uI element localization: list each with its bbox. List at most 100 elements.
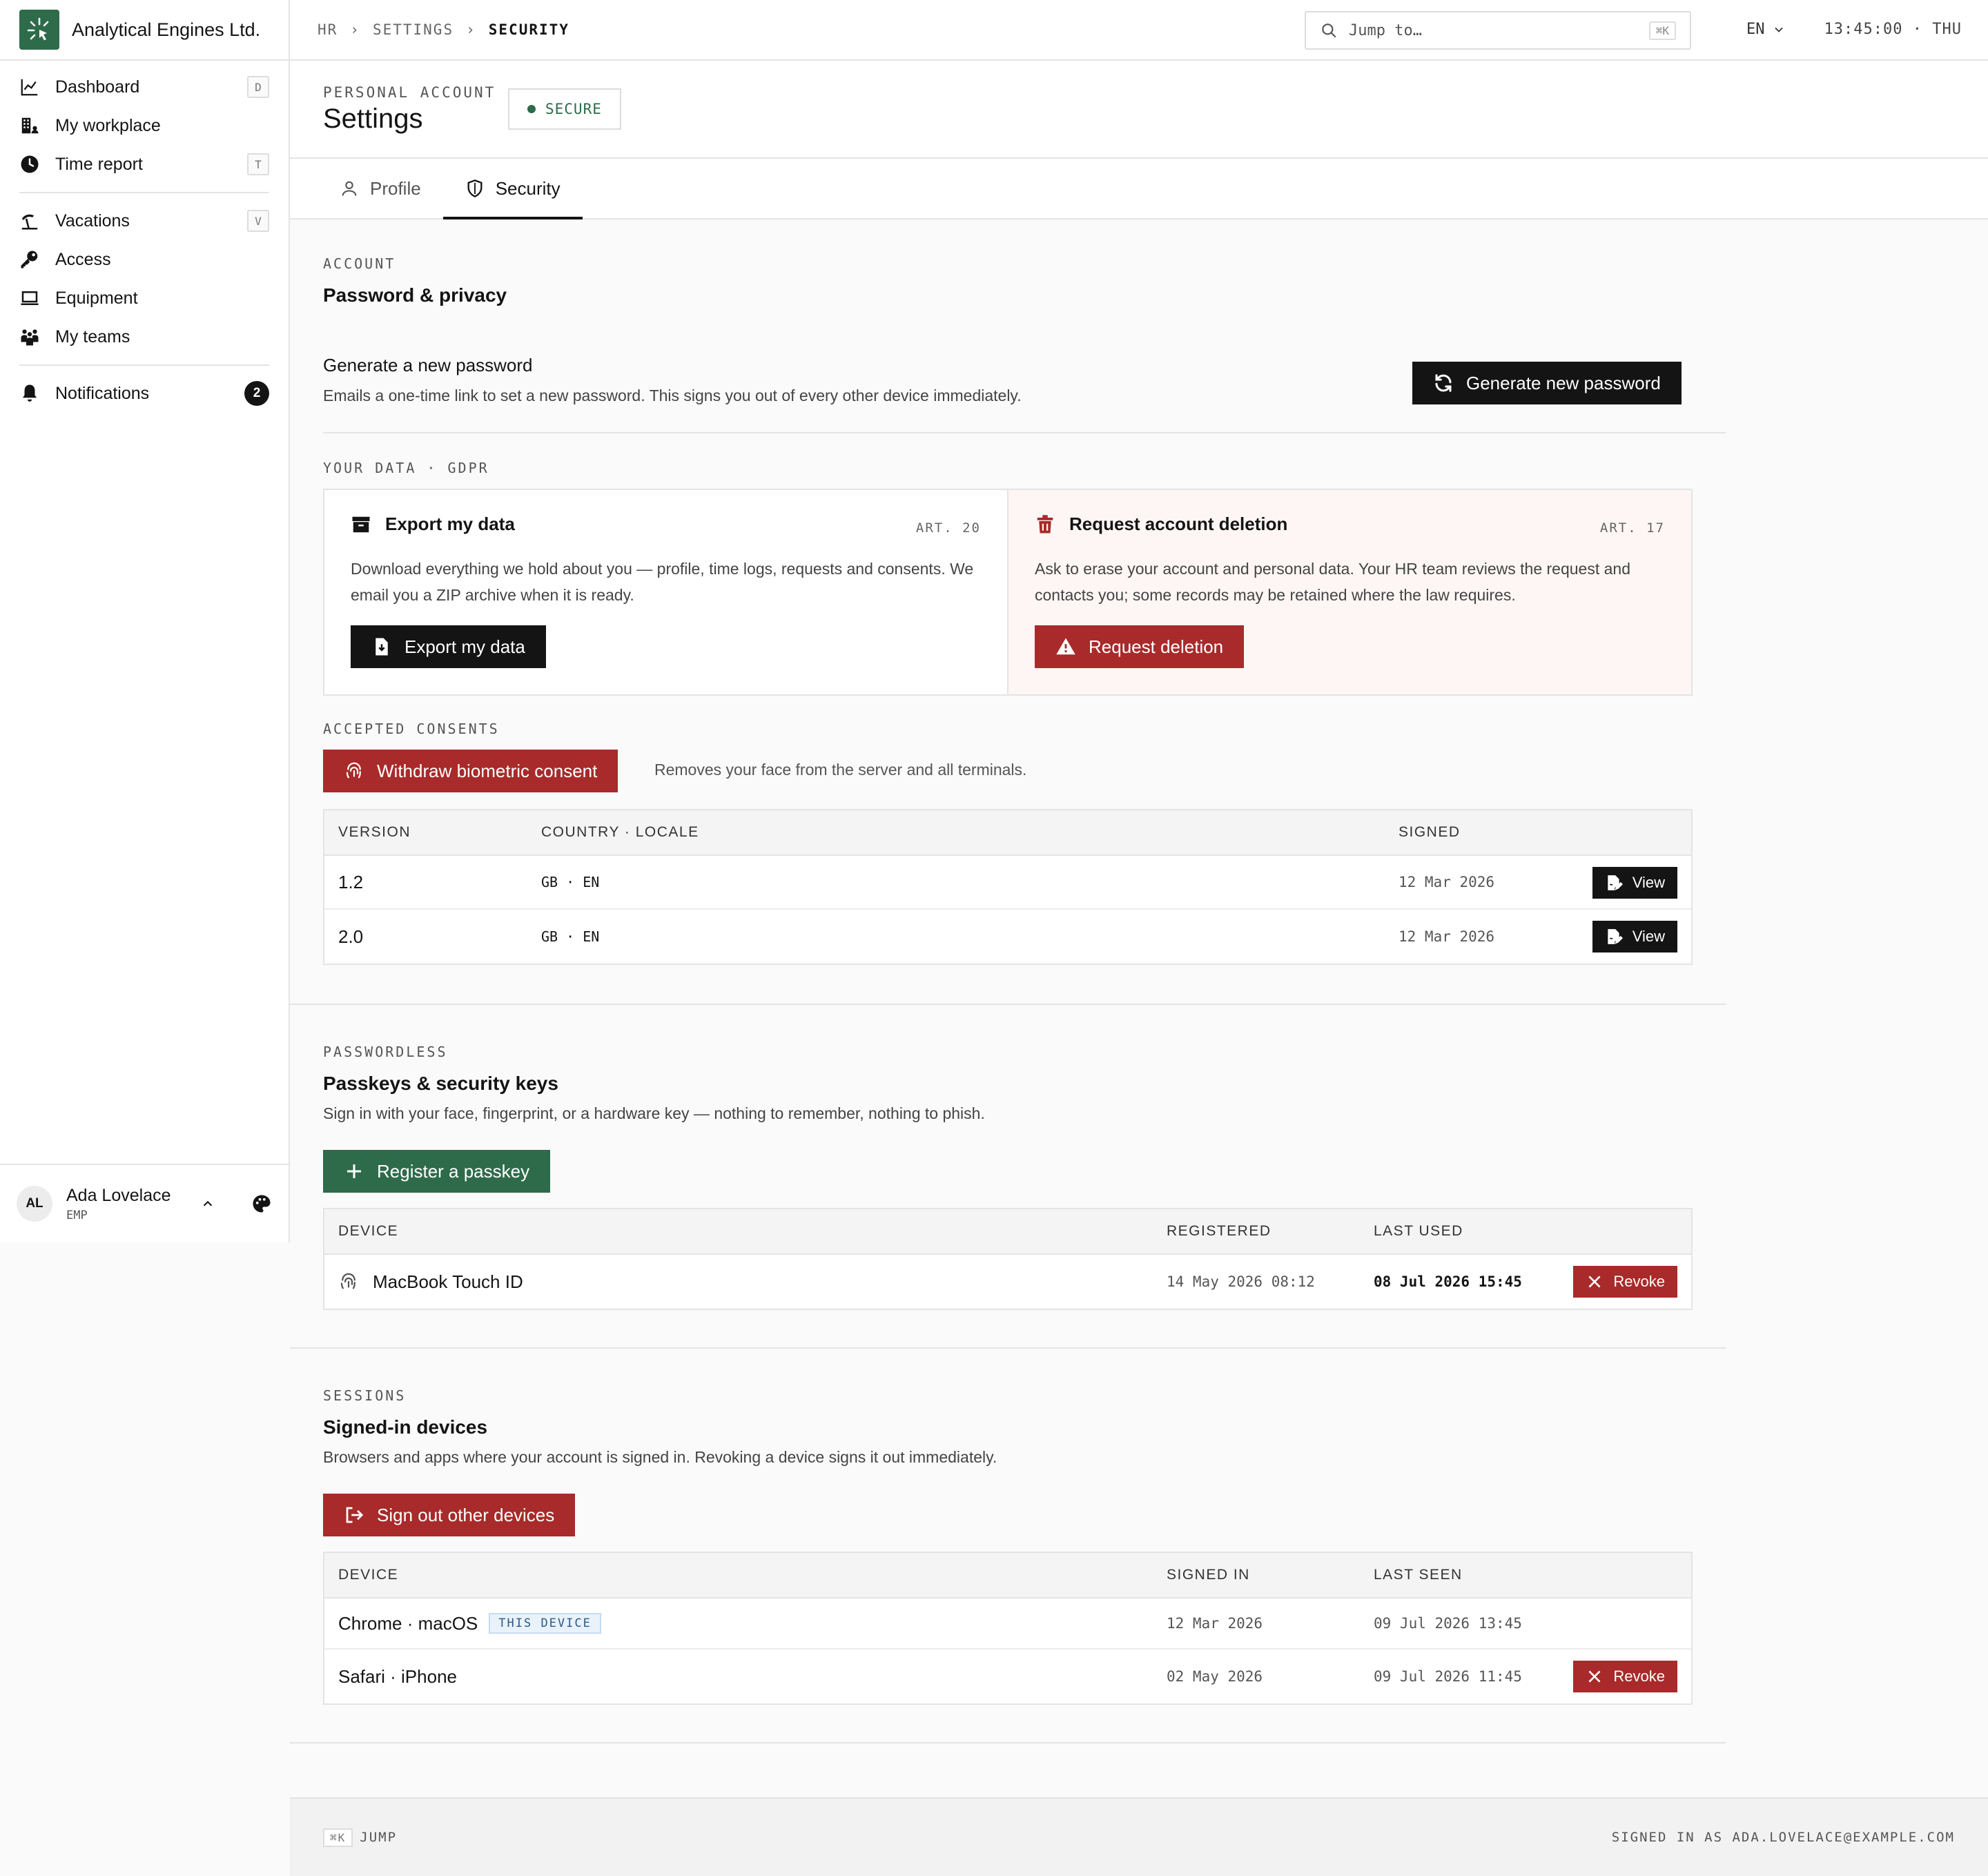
withdraw-note: Removes your face from the server and al… xyxy=(654,761,1027,779)
breadcrumb-hr[interactable]: HR xyxy=(318,21,338,38)
generate-password-button[interactable]: Generate new password xyxy=(1412,362,1682,404)
view-consent-button[interactable]: View xyxy=(1592,867,1677,899)
sidebar-item-label: My teams xyxy=(55,326,130,346)
section-title: Password & privacy xyxy=(323,284,507,306)
consent-locale: GB · EN xyxy=(541,874,600,890)
sign-out-other-devices-button[interactable]: Sign out other devices xyxy=(323,1494,576,1536)
sidebar-item-label: Equipment xyxy=(55,288,138,308)
user-menu[interactable]: AL Ada Lovelace EMP xyxy=(0,1164,289,1242)
breadcrumb-settings[interactable]: SETTINGS xyxy=(373,21,454,38)
column-header: SIGNED IN xyxy=(1167,1567,1250,1583)
consent-signed-date: 12 Mar 2026 xyxy=(1399,874,1495,890)
team-icon xyxy=(21,329,39,346)
button-label: Sign out other devices xyxy=(377,1504,555,1525)
signed-document-icon xyxy=(1608,875,1623,890)
column-header: LAST USED xyxy=(1374,1223,1463,1239)
sidebar-item-label: Notifications xyxy=(55,383,150,403)
button-label: View xyxy=(1632,928,1665,945)
sidebar-item-access[interactable]: Access xyxy=(19,240,269,279)
divider xyxy=(323,432,1726,433)
sidebar-item-label: Access xyxy=(55,249,111,269)
signed-document-icon xyxy=(1608,929,1623,944)
signed-in-as: SIGNED IN AS ADA.LOVELACE@EXAMPLE.COM xyxy=(1611,1830,1955,1845)
revoke-session-button[interactable]: Revoke xyxy=(1573,1661,1677,1692)
passkey-device-name: MacBook Touch ID xyxy=(373,1271,523,1292)
section-title: Signed-in devices xyxy=(323,1416,488,1438)
table-header: DEVICE SIGNED IN LAST SEEN xyxy=(324,1553,1691,1599)
status-badge: SECURE xyxy=(508,88,621,130)
brand[interactable]: Analytical Engines Ltd. xyxy=(0,0,289,61)
view-consent-button[interactable]: View xyxy=(1592,921,1677,952)
sidebar-item-notifications[interactable]: Notifications 2 xyxy=(19,374,269,413)
brand-logo-icon xyxy=(19,10,59,50)
table-row: Safari · iPhone 02 May 2026 09 Jul 2026 … xyxy=(324,1650,1691,1703)
sidebar-item-vacations[interactable]: Vacations V xyxy=(19,202,269,240)
gdpr-cards: Export my data ART. 20 Download everythi… xyxy=(323,489,1693,696)
sidebar-item-my-workplace[interactable]: My workplace xyxy=(19,106,269,145)
passkey-last-used: 08 Jul 2026 15:45 xyxy=(1374,1273,1522,1290)
export-data-button[interactable]: Export my data xyxy=(351,625,546,668)
password-title: Generate a new password xyxy=(323,355,533,375)
table-row: 1.2 GB · EN 12 Mar 2026 View xyxy=(324,856,1691,910)
footer: ⌘K JUMP SIGNED IN AS ADA.LOVELACE@EXAMPL… xyxy=(290,1797,1988,1876)
article-reference: ART. 17 xyxy=(1599,520,1665,536)
sidebar-item-dashboard[interactable]: Dashboard D xyxy=(19,68,269,106)
close-icon xyxy=(1588,1276,1601,1288)
register-passkey-button[interactable]: Register a passkey xyxy=(323,1150,551,1193)
withdraw-biometric-consent-button[interactable]: Withdraw biometric consent xyxy=(323,750,618,792)
button-label: Request deletion xyxy=(1089,636,1224,657)
laptop-icon xyxy=(21,291,39,305)
clock: 13:45:00 · THU xyxy=(1824,21,1962,38)
export-data-card: Export my data ART. 20 Download everythi… xyxy=(324,490,1007,694)
column-header: COUNTRY · LOCALE xyxy=(541,824,699,840)
sidebar-item-my-teams[interactable]: My teams xyxy=(19,317,269,356)
search-input[interactable]: Jump to… ⌘K xyxy=(1305,11,1691,50)
trash-icon xyxy=(1037,514,1053,533)
palette-icon[interactable] xyxy=(251,1193,272,1214)
card-title: Request account deletion xyxy=(1069,514,1288,534)
user-icon xyxy=(342,181,357,196)
section-eyebrow: PASSWORDLESS xyxy=(323,1044,448,1060)
page-title: Settings xyxy=(323,104,423,134)
card-text: Download everything we hold about you — … xyxy=(351,560,974,604)
clock-icon xyxy=(21,155,39,173)
warning-icon xyxy=(1056,638,1075,655)
key-icon xyxy=(21,251,38,268)
consent-locale: GB · EN xyxy=(541,928,600,945)
security-content: ACCOUNT Password & privacy Generate a ne… xyxy=(290,221,1726,1743)
fingerprint-icon xyxy=(340,1273,355,1289)
session-device-name: Chrome · macOS xyxy=(338,1612,478,1634)
building-icon xyxy=(21,117,39,134)
refresh-icon xyxy=(1435,374,1452,392)
status-dot-icon xyxy=(527,105,536,113)
footer-shortcut-key[interactable]: ⌘K xyxy=(323,1828,353,1847)
chevron-up-icon[interactable] xyxy=(200,1196,215,1211)
user-name: Ada Lovelace xyxy=(66,1185,171,1205)
chart-icon xyxy=(21,79,38,96)
request-deletion-button[interactable]: Request deletion xyxy=(1035,625,1245,668)
sidebar-item-time-report[interactable]: Time report T xyxy=(19,145,269,184)
revoke-passkey-button[interactable]: Revoke xyxy=(1573,1266,1677,1298)
card-text: Ask to erase your account and personal d… xyxy=(1035,560,1631,604)
button-label: View xyxy=(1632,874,1665,891)
language-select[interactable]: EN xyxy=(1746,21,1786,38)
session-device-name: Safari · iPhone xyxy=(338,1665,457,1687)
session-signed-in: 12 Mar 2026 xyxy=(1167,1615,1263,1632)
gdpr-eyebrow: YOUR DATA · GDPR xyxy=(323,460,489,476)
button-label: Export my data xyxy=(405,636,525,657)
button-label: Register a passkey xyxy=(377,1160,530,1182)
button-label: Generate new password xyxy=(1466,372,1661,393)
breadcrumb-separator: › xyxy=(466,21,476,38)
sidebar-item-label: Time report xyxy=(55,154,143,174)
tab-security[interactable]: Security xyxy=(442,159,583,219)
sidebar-item-equipment[interactable]: Equipment xyxy=(19,279,269,317)
close-icon xyxy=(1588,1670,1601,1683)
column-header: REGISTERED xyxy=(1167,1223,1271,1239)
tab-profile[interactable]: Profile xyxy=(318,159,443,218)
sign-out-icon xyxy=(346,1507,364,1523)
passkey-device-cell: MacBook Touch ID xyxy=(324,1271,1153,1293)
status-badge-label: SECURE xyxy=(545,101,602,117)
button-label: Revoke xyxy=(1613,1273,1665,1290)
table-row: MacBook Touch ID 14 May 2026 08:12 08 Ju… xyxy=(324,1255,1691,1309)
session-device-cell: Chrome · macOS THIS DEVICE xyxy=(324,1613,1153,1634)
